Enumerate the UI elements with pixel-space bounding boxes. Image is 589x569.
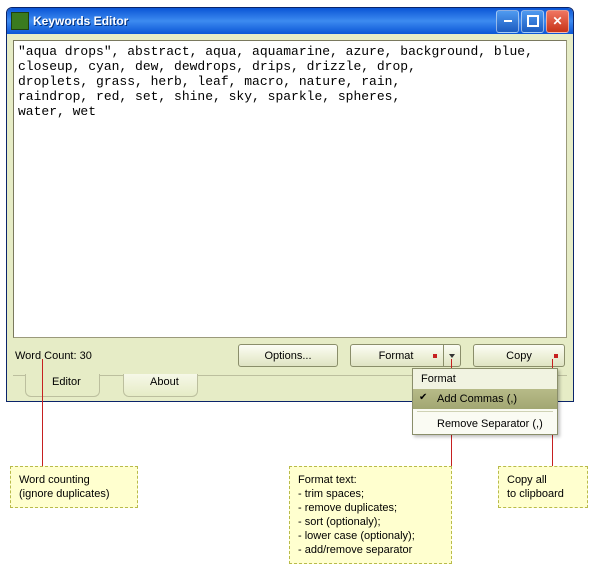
window-title: Keywords Editor <box>33 14 496 28</box>
action-buttons: Options... Format Copy <box>238 344 565 367</box>
callout-wordcount: Word counting (ignore duplicates) <box>10 466 138 508</box>
menu-item-add-commas-label: Add Commas (,) <box>437 393 517 405</box>
tab-editor-label: Editor <box>52 376 81 388</box>
format-split-button: Format <box>350 344 461 367</box>
status-bar: Word Count: 30 Options... Format Copy <box>13 344 567 368</box>
tab-editor[interactable]: Editor <box>25 374 100 397</box>
minimize-button[interactable] <box>496 10 519 33</box>
format-button[interactable]: Format <box>350 344 444 367</box>
callout-format: Format text: - trim spaces; - remove dup… <box>289 466 452 564</box>
options-button-label: Options... <box>264 350 311 362</box>
format-menu-header: Format <box>413 369 557 389</box>
options-button[interactable]: Options... <box>238 344 338 367</box>
tab-about-label: About <box>150 376 179 388</box>
menu-item-remove-separator-label: Remove Separator (,) <box>437 418 543 430</box>
leader-dot-icon <box>433 354 437 358</box>
callout-line <box>42 359 43 466</box>
menu-separator <box>417 411 553 412</box>
app-window: Keywords Editor "aqua drops", abstract, … <box>6 7 574 402</box>
app-icon <box>11 12 29 30</box>
close-button[interactable] <box>546 10 569 33</box>
maximize-button[interactable] <box>521 10 544 33</box>
titlebar: Keywords Editor <box>7 8 573 34</box>
copy-button-label: Copy <box>506 350 532 362</box>
menu-item-add-commas[interactable]: Add Commas (,) <box>413 389 557 409</box>
client-area: "aqua drops", abstract, aqua, aquamarine… <box>7 34 573 401</box>
menu-item-remove-separator[interactable]: Remove Separator (,) <box>413 414 557 434</box>
window-controls <box>496 10 569 33</box>
callout-copy: Copy all to clipboard <box>498 466 588 508</box>
leader-dot-icon <box>554 354 558 358</box>
keywords-textarea[interactable]: "aqua drops", abstract, aqua, aquamarine… <box>13 40 567 338</box>
word-count-label: Word Count: 30 <box>13 350 92 362</box>
tab-about[interactable]: About <box>123 374 198 397</box>
format-dropdown-toggle[interactable] <box>444 344 461 367</box>
format-menu: Format Add Commas (,) Remove Separator (… <box>412 368 558 435</box>
format-button-label: Format <box>379 350 414 362</box>
chevron-down-icon <box>449 354 455 358</box>
